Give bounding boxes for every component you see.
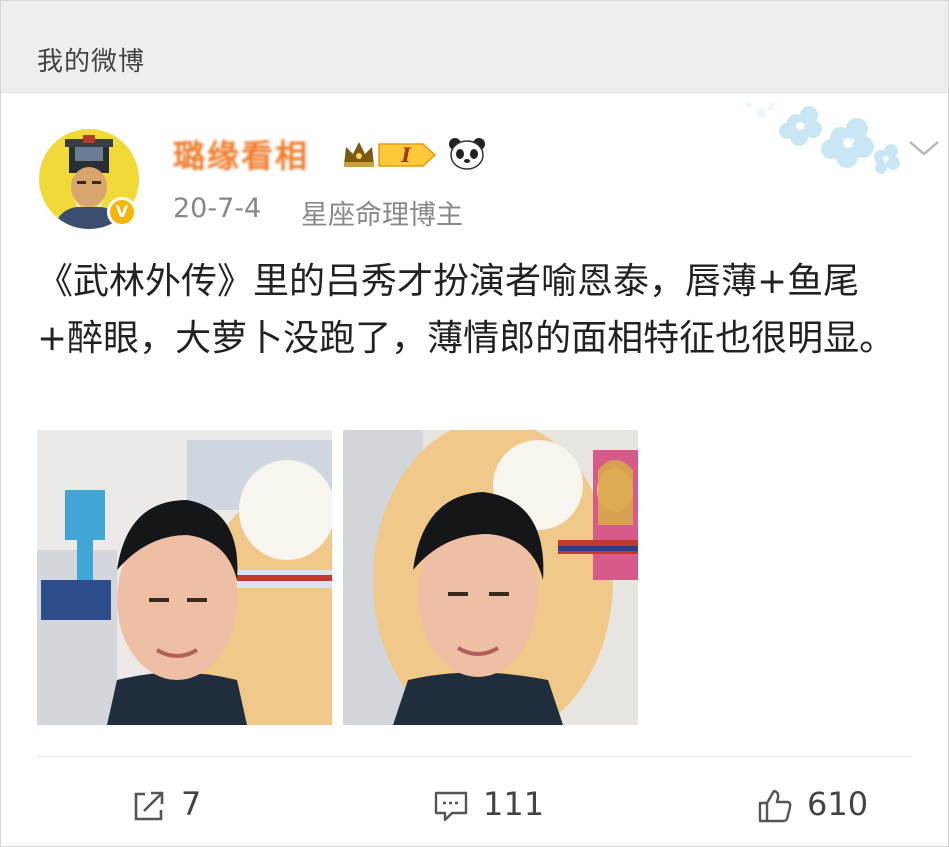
username[interactable]: 璐缘看相 [173, 131, 309, 177]
verified-badge-icon: V [107, 197, 137, 227]
chevron-down-icon[interactable] [906, 136, 942, 160]
flower-decoration [746, 102, 900, 174]
header-title: 我的微博 [37, 47, 146, 77]
weibo-page: 我的微博 V 璐缘看相 I 20-7-4 星座命理博主 《武林外传》里的吕秀才扮… [0, 0, 949, 847]
action-divider [37, 756, 911, 757]
post-photo-2[interactable] [343, 430, 638, 725]
like-button[interactable]: 610 [757, 781, 897, 831]
thumbs-up-icon [758, 789, 792, 823]
panda-icon [449, 138, 485, 170]
comment-button[interactable]: 111 [433, 781, 573, 831]
level-badge-label: I [401, 143, 411, 167]
crown-icon [344, 142, 374, 167]
post-text: 《武林外传》里的吕秀才扮演者喻恩泰，唇薄+鱼尾+醉眼，大萝卜没跑了，薄情郎的面相… [37, 261, 896, 359]
like-count: 610 [807, 785, 869, 823]
comment-icon [434, 791, 468, 822]
repost-count: 7 [181, 785, 202, 823]
page-header: 我的微博 [1, 1, 948, 93]
repost-icon [134, 791, 164, 821]
post-source: 星座命理博主 [301, 200, 463, 231]
post-photo-1[interactable] [37, 430, 332, 725]
post-time: 20-7-4 [173, 193, 262, 224]
comment-count: 111 [483, 785, 545, 823]
repost-button[interactable]: 7 [131, 781, 231, 831]
